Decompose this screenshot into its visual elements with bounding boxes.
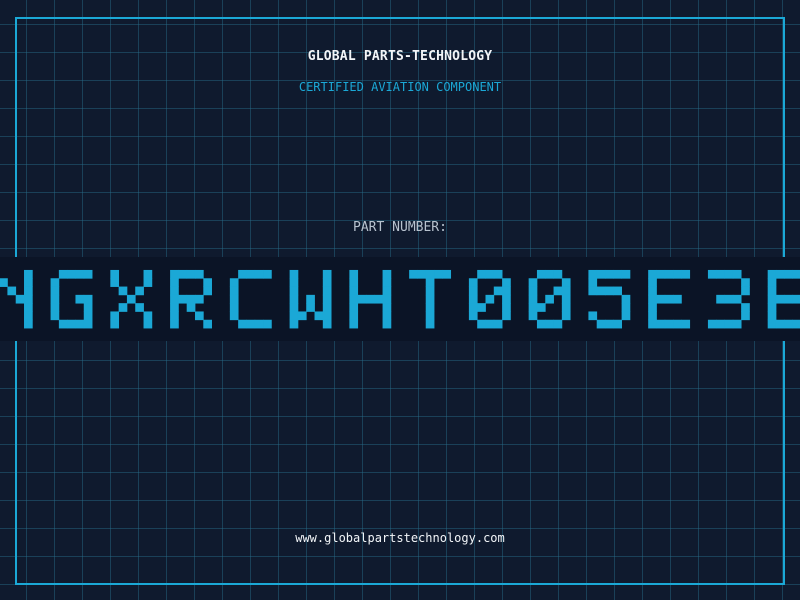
part-number-display — [0, 269, 800, 329]
part-number-char — [50, 269, 93, 329]
part-number-char — [110, 269, 153, 329]
part-number-char — [468, 269, 511, 329]
part-number-char — [289, 269, 332, 329]
part-number-char — [707, 269, 750, 329]
part-number-char — [648, 269, 691, 329]
brand-title: GLOBAL PARTS-TECHNOLOGY — [307, 49, 493, 64]
certificate-screen: GLOBAL PARTS-TECHNOLOGY CERTIFIED AVIATI… — [0, 0, 800, 600]
part-number-band — [0, 257, 800, 341]
part-number-char — [588, 269, 631, 329]
part-number-char — [229, 269, 272, 329]
website-link[interactable]: www.globalpartstechnology.com — [0, 531, 800, 545]
part-number-char — [349, 269, 392, 329]
brand-subtitle: CERTIFIED AVIATION COMPONENT — [298, 80, 502, 94]
part-number-char — [0, 269, 33, 329]
part-number-char — [767, 269, 800, 329]
part-number-char — [170, 269, 212, 329]
part-number-char — [528, 269, 571, 329]
part-number-char — [409, 269, 452, 329]
part-number-label: PART NUMBER: — [353, 220, 447, 235]
